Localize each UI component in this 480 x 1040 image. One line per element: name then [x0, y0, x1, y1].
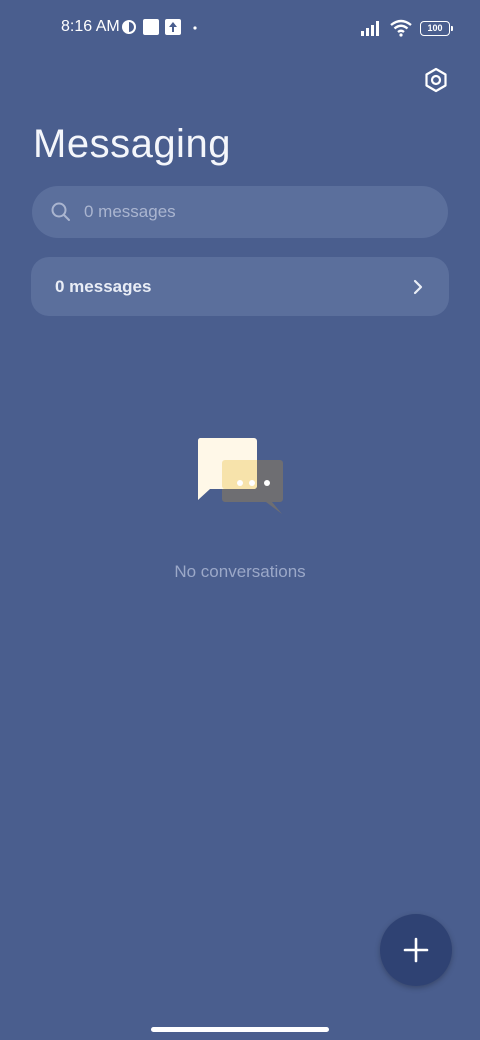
empty-state-text: No conversations [174, 562, 306, 581]
new-conversation-button[interactable] [380, 914, 452, 986]
battery-icon: 100 [420, 20, 453, 36]
wifi-icon [390, 19, 412, 37]
page-title: Messaging [33, 122, 231, 166]
status-bar: 8:16 AM 100 [0, 0, 480, 56]
plus-icon [403, 937, 429, 963]
search-placeholder: 0 messages [84, 202, 176, 221]
notification-square-icon [143, 19, 159, 35]
messages-summary-label: 0 messages [55, 276, 152, 296]
signal-icon [361, 21, 379, 36]
status-time: 8:16 AM [61, 18, 120, 35]
messages-summary-row[interactable]: 0 messages [31, 257, 449, 316]
upload-icon [165, 19, 181, 35]
search-bar[interactable]: 0 messages [32, 186, 448, 238]
chevron-right-icon [413, 279, 423, 294]
dot-icon [193, 26, 197, 30]
search-icon [51, 202, 70, 221]
settings-button[interactable] [420, 64, 452, 96]
chat-bubbles-icon [197, 438, 283, 514]
status-right-group: 100 [360, 17, 453, 39]
home-indicator[interactable] [151, 1027, 329, 1032]
settings-hexagon-icon [425, 67, 447, 93]
data-saver-icon [122, 20, 136, 34]
